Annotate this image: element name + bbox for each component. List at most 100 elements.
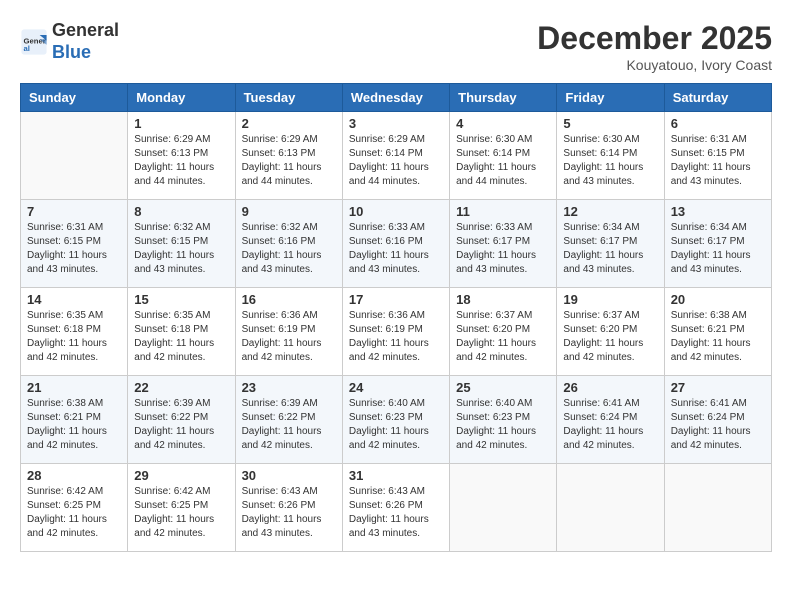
day-info: Sunrise: 6:36 AM Sunset: 6:19 PM Dayligh… — [349, 309, 443, 365]
weekday-header-thursday: Thursday — [450, 84, 557, 112]
calendar-cell: 19 Sunrise: 6:37 AM Sunset: 6:20 PM Dayli… — [557, 288, 664, 376]
day-number: 7 — [27, 204, 121, 219]
weekday-header-saturday: Saturday — [664, 84, 771, 112]
calendar-cell: 23 Sunrise: 6:39 AM Sunset: 6:22 PM Dayli… — [235, 376, 342, 464]
day-number: 13 — [671, 204, 765, 219]
day-info: Sunrise: 6:42 AM Sunset: 6:25 PM Dayligh… — [134, 485, 228, 541]
day-info: Sunrise: 6:38 AM Sunset: 6:21 PM Dayligh… — [27, 397, 121, 453]
calendar-cell: 6 Sunrise: 6:31 AM Sunset: 6:15 PM Daylig… — [664, 112, 771, 200]
day-number: 6 — [671, 116, 765, 131]
weekday-header-friday: Friday — [557, 84, 664, 112]
day-info: Sunrise: 6:41 AM Sunset: 6:24 PM Dayligh… — [563, 397, 657, 453]
calendar-cell: 1Sunrise: 6:29 AM Sunset: 6:13 PM Daylig… — [128, 112, 235, 200]
day-number: 12 — [563, 204, 657, 219]
day-number: 23 — [242, 380, 336, 395]
weekday-header-row: SundayMondayTuesdayWednesdayThursdayFrid… — [21, 84, 772, 112]
day-number: 5 — [563, 116, 657, 131]
calendar-cell: 25 Sunrise: 6:40 AM Sunset: 6:23 PM Dayli… — [450, 376, 557, 464]
calendar-cell: 11 Sunrise: 6:33 AM Sunset: 6:17 PM Dayli… — [450, 200, 557, 288]
day-info: Sunrise: 6:41 AM Sunset: 6:24 PM Dayligh… — [671, 397, 765, 453]
day-info: Sunrise: 6:34 AM Sunset: 6:17 PM Dayligh… — [671, 221, 765, 277]
calendar-cell: 31 Sunrise: 6:43 AM Sunset: 6:26 PM Dayli… — [342, 464, 449, 552]
calendar-cell: 3Sunrise: 6:29 AM Sunset: 6:14 PM Daylig… — [342, 112, 449, 200]
calendar-cell: 7 Sunrise: 6:31 AM Sunset: 6:15 PM Daylig… — [21, 200, 128, 288]
calendar-cell — [664, 464, 771, 552]
calendar-cell: 10 Sunrise: 6:33 AM Sunset: 6:16 PM Dayli… — [342, 200, 449, 288]
day-info: Sunrise: 6:39 AM Sunset: 6:22 PM Dayligh… — [134, 397, 228, 453]
calendar-cell: 20Sunrise: 6:38 AM Sunset: 6:21 PM Dayli… — [664, 288, 771, 376]
day-info: Sunrise: 6:37 AM Sunset: 6:20 PM Dayligh… — [563, 309, 657, 365]
day-number: 9 — [242, 204, 336, 219]
day-number: 19 — [563, 292, 657, 307]
location-subtitle: Kouyatouo, Ivory Coast — [537, 57, 772, 73]
day-number: 11 — [456, 204, 550, 219]
calendar-cell: 17Sunrise: 6:36 AM Sunset: 6:19 PM Dayli… — [342, 288, 449, 376]
day-number: 18 — [456, 292, 550, 307]
day-number: 26 — [563, 380, 657, 395]
day-info: Sunrise: 6:29 AM Sunset: 6:13 PM Dayligh… — [242, 133, 336, 189]
calendar-cell: 9 Sunrise: 6:32 AM Sunset: 6:16 PM Daylig… — [235, 200, 342, 288]
weekday-header-sunday: Sunday — [21, 84, 128, 112]
day-info: Sunrise: 6:40 AM Sunset: 6:23 PM Dayligh… — [456, 397, 550, 453]
calendar-cell: 18 Sunrise: 6:37 AM Sunset: 6:20 PM Dayli… — [450, 288, 557, 376]
month-title: December 2025 — [537, 20, 772, 57]
weekday-header-monday: Monday — [128, 84, 235, 112]
day-info: Sunrise: 6:35 AM Sunset: 6:18 PM Dayligh… — [134, 309, 228, 365]
day-info: Sunrise: 6:35 AM Sunset: 6:18 PM Dayligh… — [27, 309, 121, 365]
calendar-cell: 22Sunrise: 6:39 AM Sunset: 6:22 PM Dayli… — [128, 376, 235, 464]
calendar-cell: 15 Sunrise: 6:35 AM Sunset: 6:18 PM Dayli… — [128, 288, 235, 376]
day-info: Sunrise: 6:42 AM Sunset: 6:25 PM Dayligh… — [27, 485, 121, 541]
day-number: 31 — [349, 468, 443, 483]
calendar-cell: 5 Sunrise: 6:30 AM Sunset: 6:14 PM Daylig… — [557, 112, 664, 200]
title-block: December 2025 Kouyatouo, Ivory Coast — [537, 20, 772, 73]
calendar-cell: 29 Sunrise: 6:42 AM Sunset: 6:25 PM Dayli… — [128, 464, 235, 552]
calendar-cell — [450, 464, 557, 552]
day-info: Sunrise: 6:43 AM Sunset: 6:26 PM Dayligh… — [349, 485, 443, 541]
day-info: Sunrise: 6:40 AM Sunset: 6:23 PM Dayligh… — [349, 397, 443, 453]
calendar-cell: 4Sunrise: 6:30 AM Sunset: 6:14 PM Daylig… — [450, 112, 557, 200]
day-info: Sunrise: 6:30 AM Sunset: 6:14 PM Dayligh… — [563, 133, 657, 189]
day-number: 29 — [134, 468, 228, 483]
day-info: Sunrise: 6:39 AM Sunset: 6:22 PM Dayligh… — [242, 397, 336, 453]
calendar-cell — [557, 464, 664, 552]
page-header: Gener al General Blue December 2025 Kouy… — [20, 20, 772, 73]
day-info: Sunrise: 6:33 AM Sunset: 6:16 PM Dayligh… — [349, 221, 443, 277]
day-number: 25 — [456, 380, 550, 395]
calendar-week-row: 1Sunrise: 6:29 AM Sunset: 6:13 PM Daylig… — [21, 112, 772, 200]
day-number: 24 — [349, 380, 443, 395]
day-info: Sunrise: 6:32 AM Sunset: 6:16 PM Dayligh… — [242, 221, 336, 277]
calendar-week-row: 14 Sunrise: 6:35 AM Sunset: 6:18 PM Dayli… — [21, 288, 772, 376]
day-number: 28 — [27, 468, 121, 483]
calendar-cell: 14 Sunrise: 6:35 AM Sunset: 6:18 PM Dayli… — [21, 288, 128, 376]
calendar-cell: 16Sunrise: 6:36 AM Sunset: 6:19 PM Dayli… — [235, 288, 342, 376]
day-number: 21 — [27, 380, 121, 395]
calendar-cell: 28 Sunrise: 6:42 AM Sunset: 6:25 PM Dayli… — [21, 464, 128, 552]
day-number: 27 — [671, 380, 765, 395]
calendar-week-row: 28 Sunrise: 6:42 AM Sunset: 6:25 PM Dayli… — [21, 464, 772, 552]
logo-icon: Gener al — [20, 28, 48, 56]
day-info: Sunrise: 6:29 AM Sunset: 6:13 PM Dayligh… — [134, 133, 228, 189]
day-info: Sunrise: 6:36 AM Sunset: 6:19 PM Dayligh… — [242, 309, 336, 365]
day-number: 14 — [27, 292, 121, 307]
day-info: Sunrise: 6:31 AM Sunset: 6:15 PM Dayligh… — [27, 221, 121, 277]
logo-general-text: General — [52, 20, 119, 40]
day-number: 3 — [349, 116, 443, 131]
weekday-header-tuesday: Tuesday — [235, 84, 342, 112]
weekday-header-wednesday: Wednesday — [342, 84, 449, 112]
svg-text:al: al — [24, 44, 30, 53]
calendar-cell: 2 Sunrise: 6:29 AM Sunset: 6:13 PM Daylig… — [235, 112, 342, 200]
day-info: Sunrise: 6:32 AM Sunset: 6:15 PM Dayligh… — [134, 221, 228, 277]
calendar-table: SundayMondayTuesdayWednesdayThursdayFrid… — [20, 83, 772, 552]
day-info: Sunrise: 6:38 AM Sunset: 6:21 PM Dayligh… — [671, 309, 765, 365]
day-number: 15 — [134, 292, 228, 307]
day-info: Sunrise: 6:33 AM Sunset: 6:17 PM Dayligh… — [456, 221, 550, 277]
day-info: Sunrise: 6:37 AM Sunset: 6:20 PM Dayligh… — [456, 309, 550, 365]
calendar-week-row: 21 Sunrise: 6:38 AM Sunset: 6:21 PM Dayli… — [21, 376, 772, 464]
day-number: 10 — [349, 204, 443, 219]
day-number: 8 — [134, 204, 228, 219]
calendar-cell: 12Sunrise: 6:34 AM Sunset: 6:17 PM Dayli… — [557, 200, 664, 288]
day-number: 2 — [242, 116, 336, 131]
calendar-cell — [21, 112, 128, 200]
calendar-cell: 13 Sunrise: 6:34 AM Sunset: 6:17 PM Dayli… — [664, 200, 771, 288]
day-info: Sunrise: 6:31 AM Sunset: 6:15 PM Dayligh… — [671, 133, 765, 189]
